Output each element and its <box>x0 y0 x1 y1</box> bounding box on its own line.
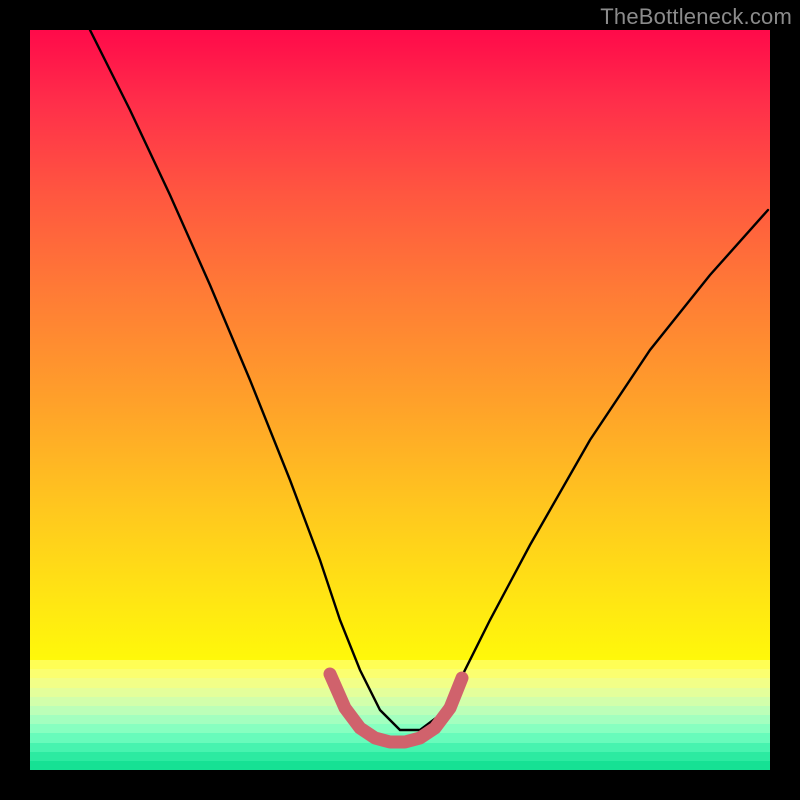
plot-area <box>30 30 770 770</box>
chart-frame: TheBottleneck.com <box>0 0 800 800</box>
curve-layer <box>30 30 770 770</box>
bottleneck-curve <box>90 30 768 730</box>
watermark-text: TheBottleneck.com <box>600 4 792 30</box>
bottleneck-flat-marker <box>330 674 462 742</box>
